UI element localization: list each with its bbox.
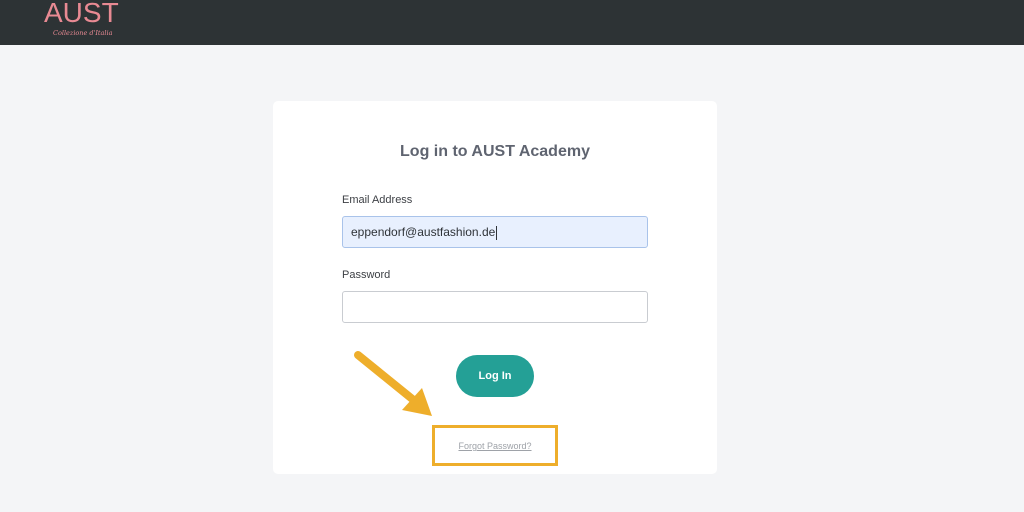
password-label: Password [342, 269, 391, 281]
page-title: Log in to AUST Academy [400, 143, 590, 160]
login-button[interactable]: Log In [456, 355, 534, 397]
forgot-password-highlight: Forgot Password? [432, 425, 558, 466]
password-field[interactable] [342, 291, 648, 323]
email-value: eppendorf@austfashion.de [351, 225, 496, 239]
email-field[interactable]: eppendorf@austfashion.de [342, 216, 648, 248]
logo-tagline: Collezione d'Italia [53, 29, 113, 37]
annotation-arrow-icon [354, 351, 432, 416]
email-label: Email Address [342, 194, 413, 206]
text-caret [496, 225, 498, 240]
top-bar: AUST Collezione d'Italia [0, 0, 1024, 45]
logo-wordmark: AUST [44, 0, 119, 28]
aust-logo[interactable]: AUST Collezione d'Italia [44, 0, 124, 42]
forgot-password-link[interactable]: Forgot Password? [435, 441, 555, 451]
